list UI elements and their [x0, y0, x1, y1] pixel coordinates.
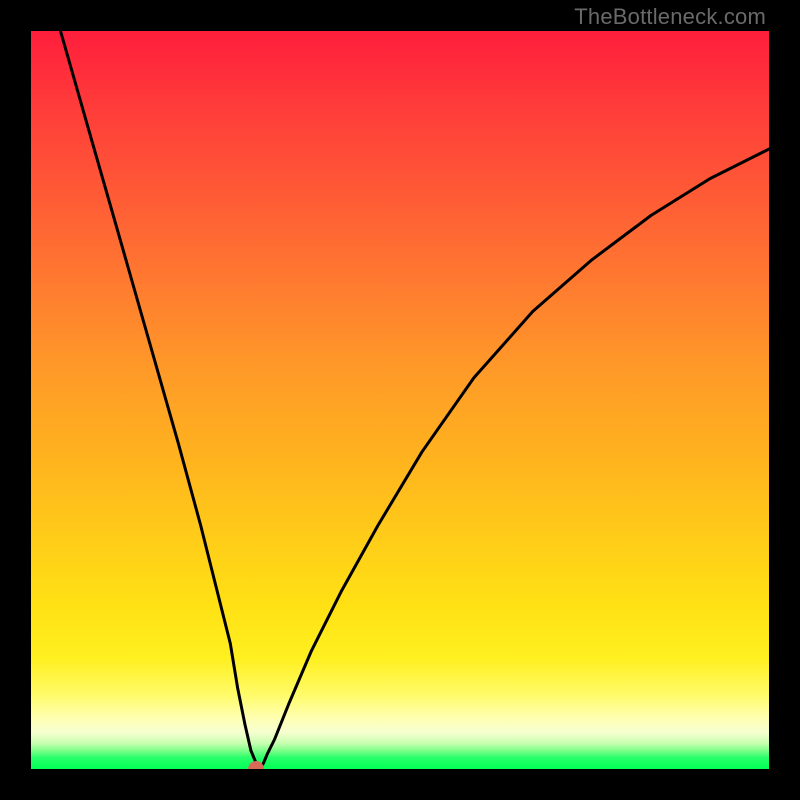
optimum-marker	[248, 761, 264, 769]
curve-layer	[31, 31, 769, 769]
bottleneck-curve	[61, 31, 770, 769]
plot-area	[31, 31, 769, 769]
attribution-text: TheBottleneck.com	[574, 4, 766, 30]
chart-frame: TheBottleneck.com	[0, 0, 800, 800]
